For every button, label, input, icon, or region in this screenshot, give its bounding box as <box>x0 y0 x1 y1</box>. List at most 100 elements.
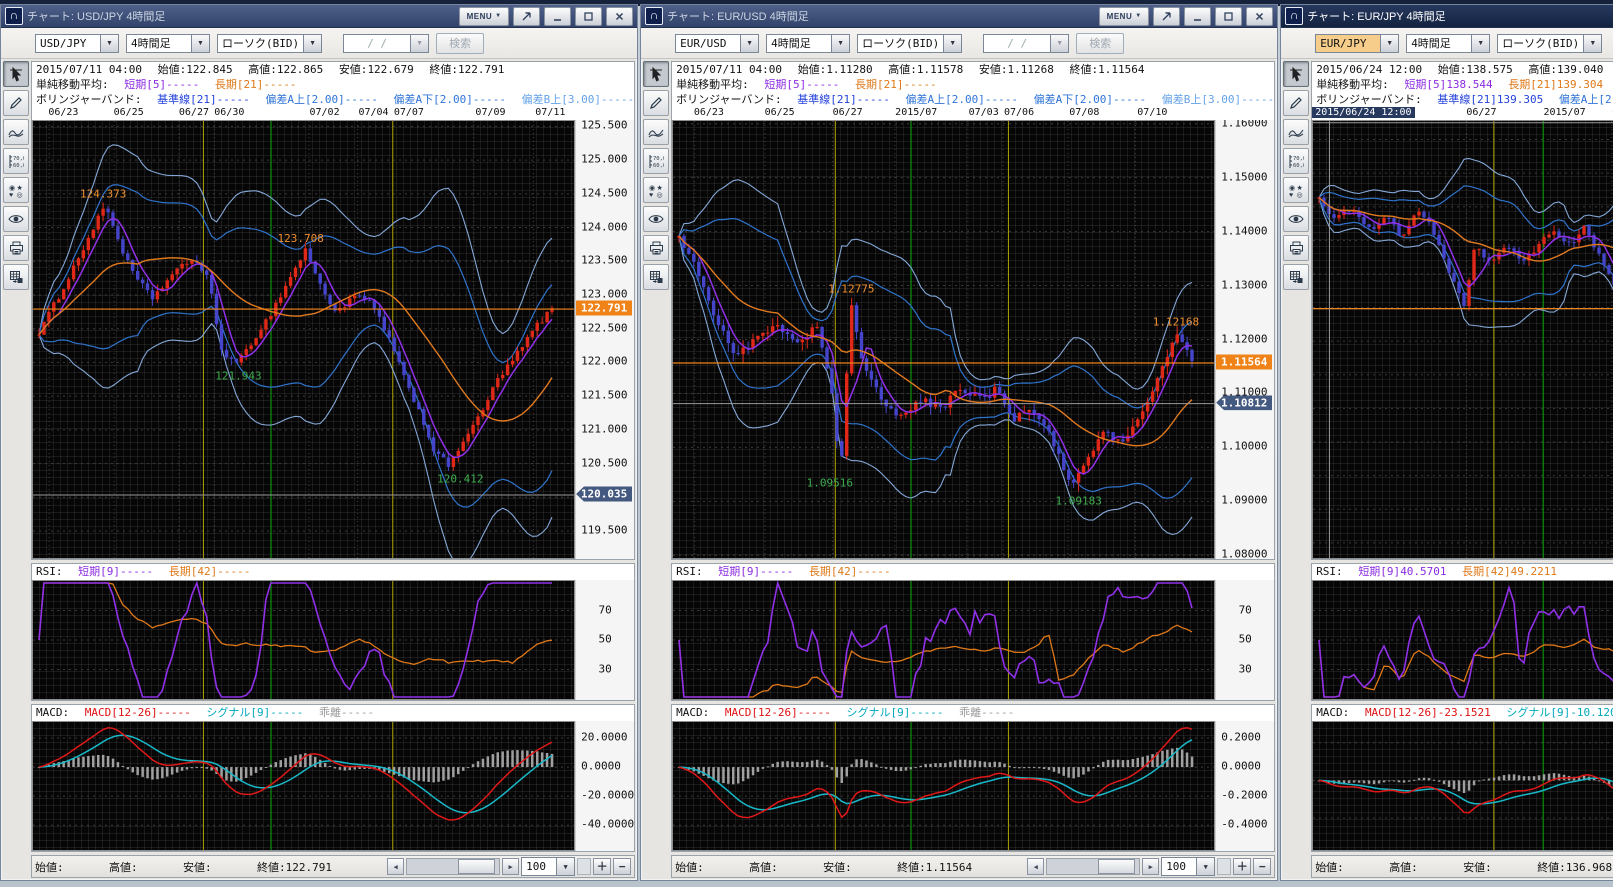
price-axis[interactable]: 1.160001.150001.140001.130001.120001.110… <box>1215 120 1274 559</box>
indicator-tool-button[interactable] <box>3 119 29 145</box>
pencil-tool-button[interactable] <box>3 90 29 116</box>
chevron-down-icon[interactable]: ▼ <box>410 34 429 53</box>
visibility-tool-button[interactable] <box>3 206 29 232</box>
minimize-button[interactable] <box>544 7 571 26</box>
chevron-down-icon[interactable]: ▼ <box>100 34 119 53</box>
pencil-tool-button[interactable] <box>643 90 669 116</box>
chart-type-select[interactable]: ローソク(BID) ▼ <box>217 34 322 53</box>
timeframe-select[interactable]: 4時間足 ▼ <box>126 34 210 53</box>
scroll-left-button[interactable]: ◀ <box>387 858 404 875</box>
chart-window: ∩ チャート: EUR/JPY 4時間足 MENU ▼ EUR/JPY ▼ 4時… <box>1280 4 1613 881</box>
printer-icon <box>649 241 664 255</box>
chart-type-select[interactable]: ローソク(BID) ▼ <box>857 34 962 53</box>
chevron-down-icon[interactable]: ▼ <box>1583 34 1602 53</box>
symbols-tool-button[interactable]: ◉★♥◎ <box>643 177 669 203</box>
macd-chart[interactable] <box>672 721 1215 851</box>
date-search-field[interactable]: / / ▼ <box>983 34 1069 53</box>
chevron-down-icon[interactable]: ▼ <box>1380 34 1399 53</box>
maximize-button[interactable] <box>575 7 602 26</box>
bar-count-select[interactable]: 100 ▼ <box>521 857 575 876</box>
titlebar[interactable]: ∩ チャート: EUR/JPY 4時間足 MENU ▼ <box>1281 5 1613 28</box>
pair-select[interactable]: USD/JPY ▼ <box>35 34 119 53</box>
visibility-tool-button[interactable] <box>1283 206 1309 232</box>
pencil-tool-button[interactable] <box>1283 90 1309 116</box>
titlebar[interactable]: ∩ チャート: USD/JPY 4時間足 MENU ▼ <box>1 5 637 28</box>
axis-scale-tool-button[interactable]: 70,060,0 <box>1283 148 1309 174</box>
minimize-button[interactable] <box>1184 7 1211 26</box>
chevron-down-icon[interactable]: ▼ <box>1050 34 1069 53</box>
close-button[interactable] <box>606 7 633 26</box>
chart-type-select[interactable]: ローソク(BID) ▼ <box>1497 34 1602 53</box>
symbols-tool-button[interactable]: ◉★♥◎ <box>3 177 29 203</box>
rsi-short-value: 40.5701 <box>1400 565 1446 578</box>
popout-button[interactable] <box>1153 7 1180 26</box>
pair-select-value: EUR/USD <box>675 34 740 53</box>
chart-scrollbar[interactable] <box>1046 858 1140 875</box>
chevron-down-icon[interactable]: ▼ <box>943 34 962 53</box>
price-tick: 1.14000 <box>1221 224 1267 237</box>
indicator-tool-button[interactable] <box>1283 119 1309 145</box>
indicator-tool-button[interactable] <box>643 119 669 145</box>
scroll-right-button[interactable]: ▶ <box>1142 858 1159 875</box>
price-tick: 122.000 <box>581 355 627 368</box>
svg-text:70,0: 70,0 <box>653 156 664 162</box>
rsi-chart[interactable] <box>32 580 575 700</box>
search-button[interactable]: 検索 <box>436 33 484 54</box>
grid-save-tool-button[interactable] <box>643 264 669 290</box>
cursor-tool-button[interactable] <box>1283 61 1309 87</box>
chevron-down-icon[interactable]: ▼ <box>1196 857 1215 876</box>
menu-button[interactable]: MENU ▼ <box>1099 7 1149 26</box>
search-button[interactable]: 検索 <box>1076 33 1124 54</box>
zoom-in-button[interactable]: ＋ <box>1233 858 1251 875</box>
popout-button[interactable] <box>513 7 540 26</box>
maximize-button[interactable] <box>1215 7 1242 26</box>
bar-count-select[interactable]: 100 ▼ <box>1161 857 1215 876</box>
pair-select[interactable]: EUR/USD ▼ <box>675 34 759 53</box>
zoom-in-button[interactable]: ＋ <box>593 858 611 875</box>
scrollbar-thumb[interactable] <box>1098 859 1135 874</box>
titlebar[interactable]: ∩ チャート: EUR/USD 4時間足 MENU ▼ <box>641 5 1277 28</box>
chevron-down-icon[interactable]: ▼ <box>556 857 575 876</box>
price-axis[interactable]: 125.500125.000124.500124.000123.500123.0… <box>575 120 634 559</box>
date-search-value: / / <box>983 34 1050 53</box>
cursor-tool-button[interactable] <box>3 61 29 87</box>
macd-chart[interactable] <box>32 721 575 851</box>
scrollbar-thumb[interactable] <box>458 859 495 874</box>
print-tool-button[interactable] <box>643 235 669 261</box>
chart-scrollbar[interactable] <box>406 858 500 875</box>
zoom-out-button[interactable]: − <box>1253 858 1271 875</box>
close-button[interactable] <box>1246 7 1273 26</box>
chevron-down-icon[interactable]: ▼ <box>191 34 210 53</box>
print-tool-button[interactable] <box>3 235 29 261</box>
chevron-down-icon[interactable]: ▼ <box>740 34 759 53</box>
chevron-down-icon[interactable]: ▼ <box>831 34 850 53</box>
timeframe-select[interactable]: 4時間足 ▼ <box>766 34 850 53</box>
scroll-right-button[interactable]: ▶ <box>502 858 519 875</box>
scroll-left-button[interactable]: ◀ <box>1027 858 1044 875</box>
candlestick-chart[interactable]: 1.127751.121681.095161.09183 <box>672 120 1215 559</box>
chevron-down-icon[interactable]: ▼ <box>303 34 322 53</box>
maximize-icon <box>583 11 594 22</box>
rsi-chart[interactable] <box>1312 580 1613 700</box>
grid-save-tool-button[interactable] <box>1283 264 1309 290</box>
menu-button[interactable]: MENU ▼ <box>459 7 509 26</box>
candlestick-chart[interactable]: 124.373123.708121.943120.412 <box>32 120 575 559</box>
zoom-out-button[interactable]: − <box>613 858 631 875</box>
macd-chart[interactable] <box>1312 721 1613 851</box>
print-tool-button[interactable] <box>1283 235 1309 261</box>
grid-save-tool-button[interactable] <box>3 264 29 290</box>
cursor-tool-button[interactable] <box>643 61 669 87</box>
bb-basis-label: 基準線[21] <box>1437 93 1497 106</box>
visibility-tool-button[interactable] <box>643 206 669 232</box>
date-search-field[interactable]: / / ▼ <box>343 34 429 53</box>
svg-text:★: ★ <box>657 184 663 192</box>
axis-scale-tool-button[interactable]: 70,060,0 <box>3 148 29 174</box>
candlestick-chart[interactable]: 137.283133.357 <box>1312 120 1613 559</box>
chevron-down-icon[interactable]: ▼ <box>1471 34 1490 53</box>
rsi-chart[interactable] <box>672 580 1215 700</box>
timeframe-select[interactable]: 4時間足 ▼ <box>1406 34 1490 53</box>
pair-select[interactable]: EUR/JPY ▼ <box>1315 34 1399 53</box>
symbols-tool-button[interactable]: ◉★♥◎ <box>1283 177 1309 203</box>
chart-stack: 2015/07/11 04:00 始値:1.11280 高値:1.11578 安… <box>671 61 1275 878</box>
axis-scale-tool-button[interactable]: 70,060,0 <box>643 148 669 174</box>
